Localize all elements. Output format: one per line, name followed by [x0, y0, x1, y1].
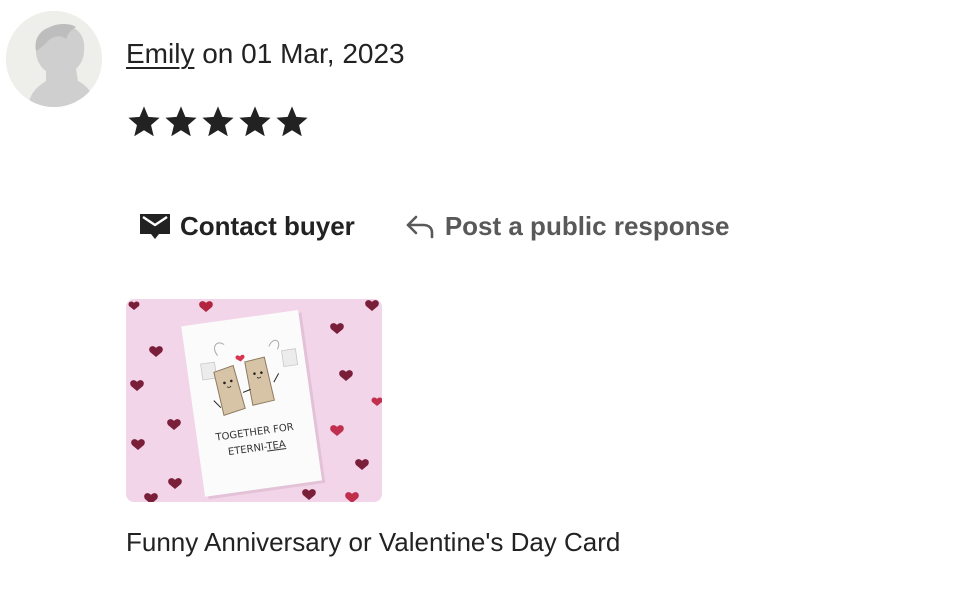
user-silhouette-icon [6, 11, 102, 107]
review-item: Emily on 01 Mar, 2023 Contact buyer Post… [0, 0, 958, 608]
review-byline: Emily on 01 Mar, 2023 [126, 34, 405, 74]
star-icon [237, 104, 273, 140]
avatar[interactable] [6, 11, 102, 107]
post-public-response-label: Post a public response [444, 211, 730, 241]
star-icon [200, 104, 236, 140]
greeting-card [181, 310, 322, 497]
reviewer-name-link[interactable]: Emily [126, 38, 194, 69]
product-title-link[interactable]: Funny Anniversary or Valentine's Day Car… [126, 522, 620, 562]
reply-arrow-icon [405, 213, 435, 239]
review-date: on 01 Mar, 2023 [202, 38, 405, 69]
product-thumbnail[interactable]: TOGETHER FOR ETERNI-TEA [126, 299, 382, 502]
envelope-icon [140, 212, 170, 240]
star-icon [126, 104, 162, 140]
review-actions: Contact buyer Post a public response [140, 206, 729, 246]
contact-buyer-button[interactable]: Contact buyer [140, 206, 355, 246]
star-icon [274, 104, 310, 140]
post-public-response-button[interactable]: Post a public response [405, 206, 730, 246]
contact-buyer-label: Contact buyer [180, 211, 355, 241]
star-icon [163, 104, 199, 140]
star-rating [126, 104, 310, 140]
